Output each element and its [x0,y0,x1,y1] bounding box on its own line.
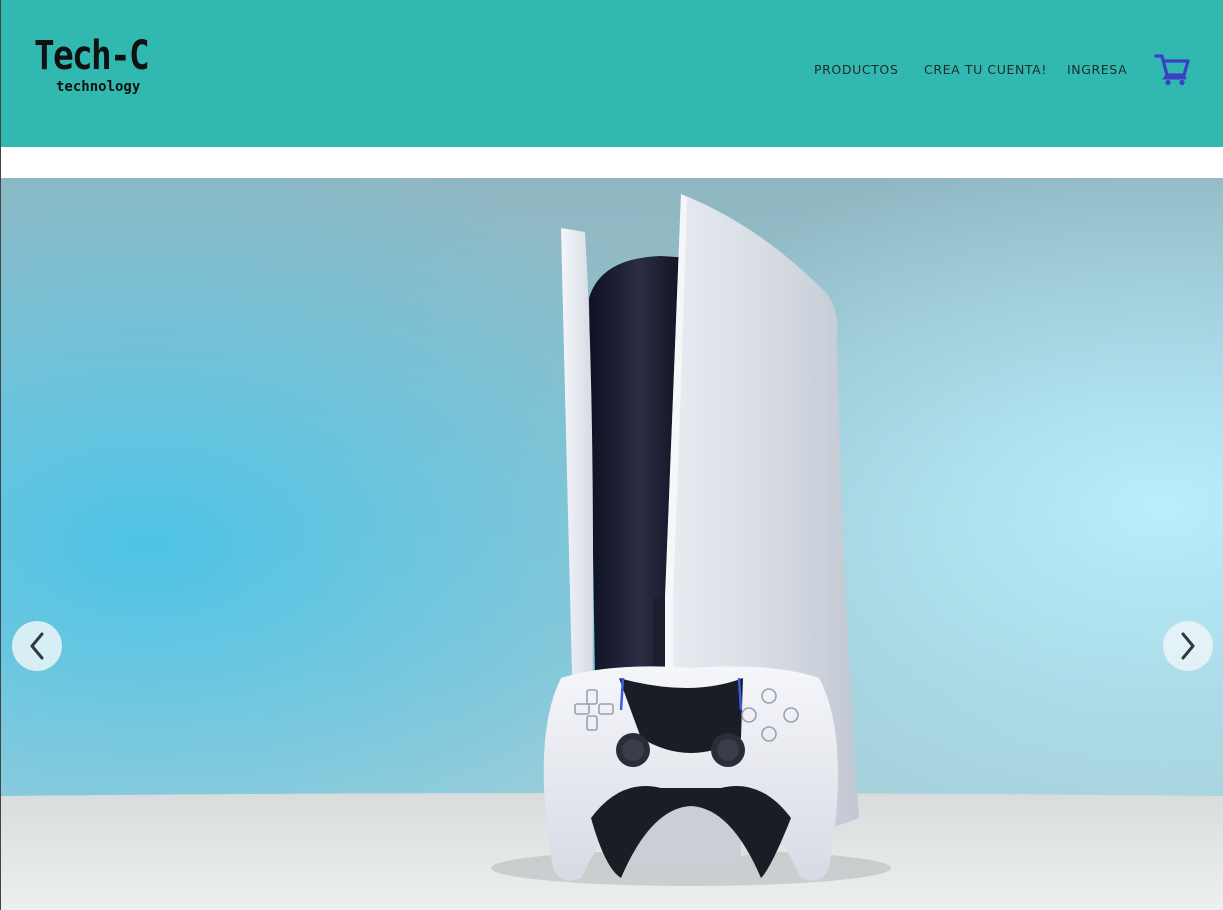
page: Tech-C technology PRODUCTOS CREA TU CUEN… [0,0,1223,910]
nav-link-crea-tu-cuenta[interactable]: CREA TU CUENTA! [924,60,1047,80]
carousel-next-button[interactable] [1163,621,1213,671]
cart-button[interactable] [1153,51,1191,87]
chevron-left-icon [30,632,44,660]
logo-tagline: technology [56,79,141,95]
shopping-cart-icon [1154,54,1190,86]
hero-console-image [1,178,1223,910]
site-header: Tech-C technology PRODUCTOS CREA TU CUEN… [1,0,1223,147]
logo[interactable]: Tech-C technology [32,33,164,103]
hero-carousel [1,178,1223,910]
nav-link-productos[interactable]: PRODUCTOS [814,60,898,80]
logo-brand-name: Tech-C [34,33,150,79]
chevron-right-icon [1181,632,1195,660]
carousel-prev-button[interactable] [12,621,62,671]
nav-link-ingresa[interactable]: INGRESA [1067,60,1127,80]
